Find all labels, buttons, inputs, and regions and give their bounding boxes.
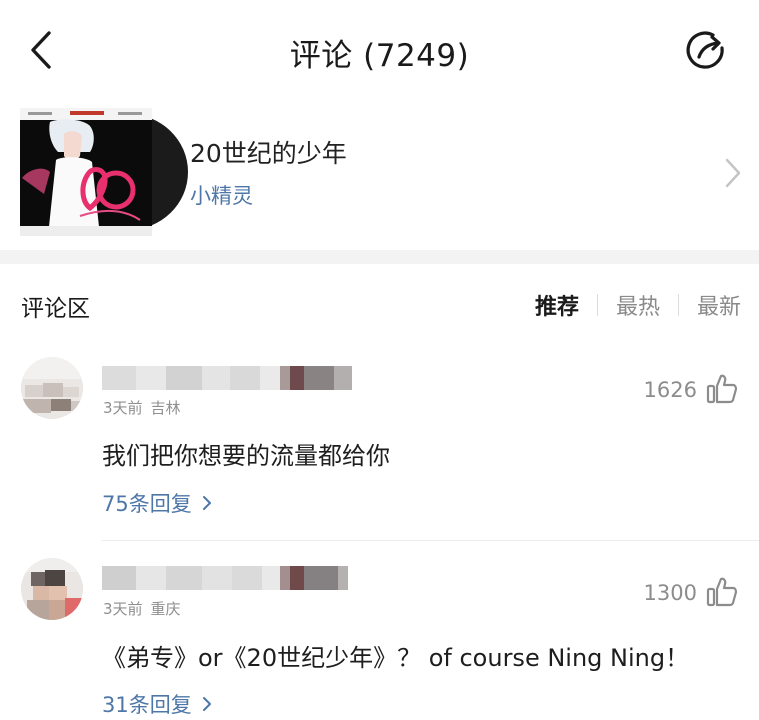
sort-tab-newest[interactable]: 最新	[697, 289, 741, 321]
comment-text: 我们把你想要的流量都给你	[102, 442, 390, 470]
top-bar: 评论 (7249)	[0, 0, 759, 100]
chevron-right-icon	[203, 496, 212, 510]
chevron-right-icon	[725, 158, 741, 188]
avatar[interactable]	[21, 558, 83, 620]
view-replies-link[interactable]: 75条回复	[102, 488, 213, 518]
comment-location: 吉林	[150, 399, 181, 417]
comment-time: 3天前	[103, 399, 143, 417]
comments-page: 评论 (7249) 20世纪的少年 小精灵 评论区 推荐 最热 最新 3天前 吉…	[0, 0, 759, 720]
comment-time: 3天前	[103, 600, 143, 618]
avatar[interactable]	[21, 357, 83, 419]
share-icon	[686, 31, 724, 69]
comment-item: 3天前 重庆 1300 《弟专》or《20世纪少年》？ of course Nin…	[0, 552, 759, 720]
chevron-right-icon	[203, 697, 212, 711]
song-artist[interactable]: 小精灵	[190, 180, 253, 210]
replies-label: 31条回复	[102, 693, 192, 717]
comment-item: 3天前 吉林 1626 我们把你想要的流量都给你 75条回复	[0, 352, 759, 542]
tab-separator	[596, 294, 598, 316]
thumbs-up-icon	[706, 374, 738, 404]
sort-tab-recommended[interactable]: 推荐	[535, 289, 579, 321]
view-replies-link[interactable]: 31条回复	[102, 689, 213, 719]
like-count: 1300	[643, 581, 697, 605]
username-blurred[interactable]	[102, 566, 348, 590]
share-button[interactable]	[682, 26, 732, 76]
album-cover	[20, 108, 152, 236]
like-button[interactable]	[705, 575, 739, 609]
comment-meta: 3天前 吉林	[103, 397, 181, 418]
comment-location: 重庆	[150, 600, 181, 618]
tab-separator	[677, 294, 679, 316]
song-title: 20世纪的少年	[190, 139, 347, 168]
sort-tab-hottest[interactable]: 最热	[616, 289, 660, 321]
sort-tabs: 推荐 最热 最新	[535, 289, 741, 321]
section-divider	[0, 250, 759, 264]
comment-divider	[102, 540, 759, 541]
page-title: 评论 (7249)	[289, 38, 470, 74]
like-button[interactable]	[705, 372, 739, 406]
comments-section-title: 评论区	[21, 296, 90, 322]
album-art	[20, 108, 188, 236]
comment-meta: 3天前 重庆	[103, 598, 181, 619]
replies-label: 75条回复	[102, 492, 192, 516]
like-count: 1626	[643, 378, 697, 402]
comment-text: 《弟专》or《20世纪少年》？ of course Ning Ning！	[102, 644, 690, 672]
username-blurred[interactable]	[102, 366, 352, 390]
thumbs-up-icon	[706, 577, 738, 607]
song-card[interactable]: 20世纪的少年 小精灵	[0, 100, 759, 250]
